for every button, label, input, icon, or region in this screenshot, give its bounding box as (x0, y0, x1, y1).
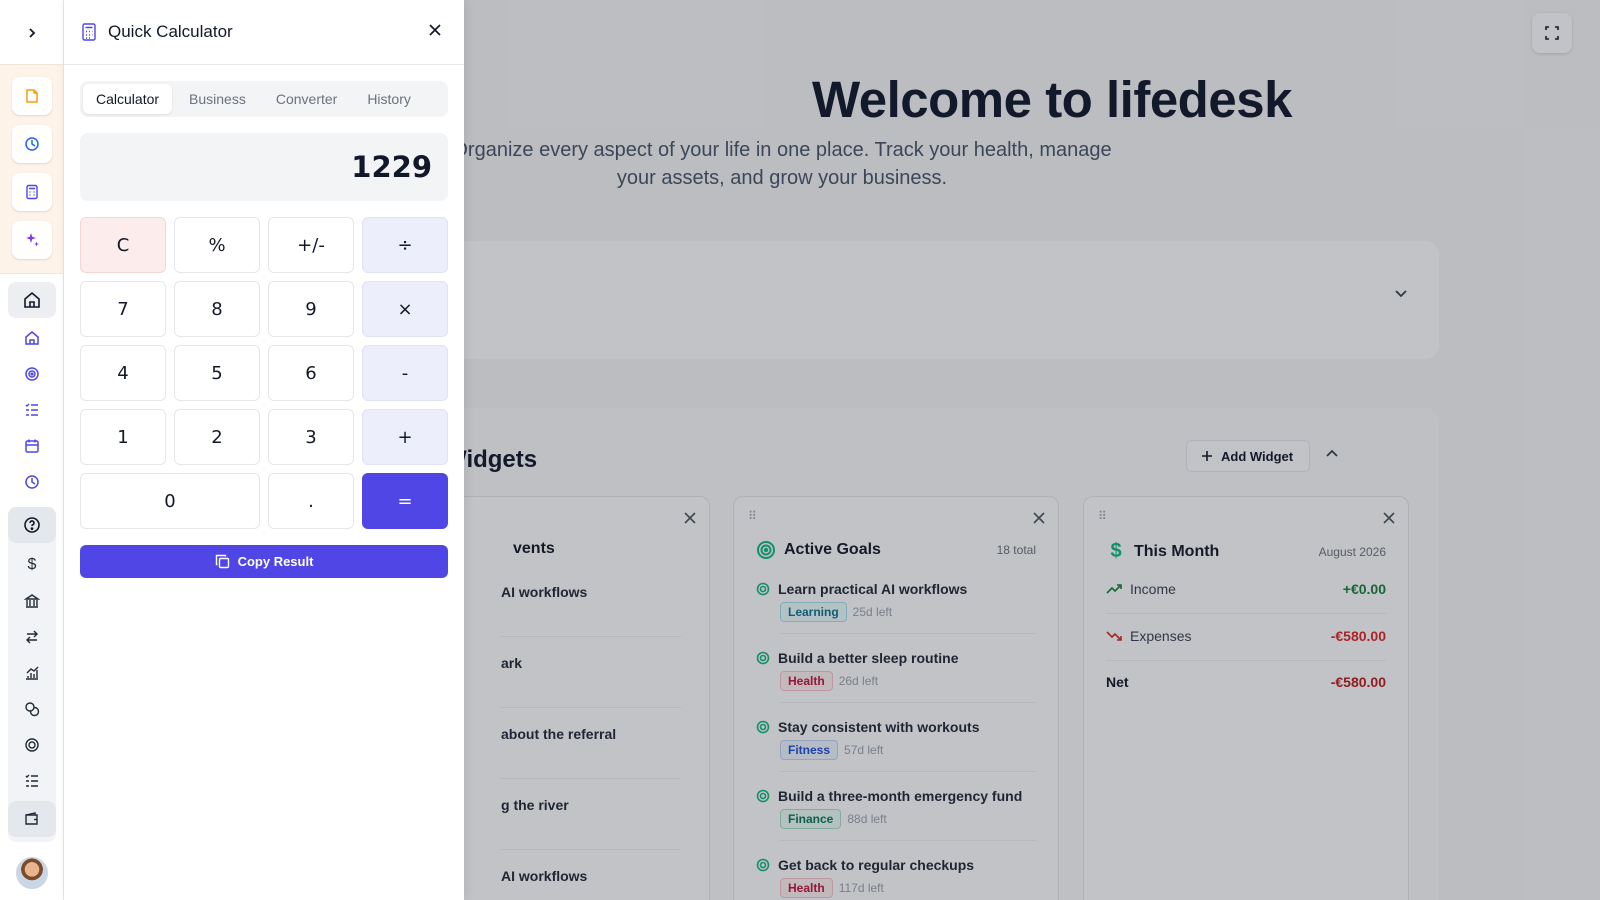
divide-button[interactable]: ÷ (362, 217, 448, 273)
calculator-tabs: Calculator Business Converter History (80, 81, 448, 117)
digit-8-button[interactable]: 8 (174, 281, 260, 337)
copy-result-button[interactable]: Copy Result (80, 545, 448, 578)
tab-history[interactable]: History (354, 84, 424, 114)
house-icon (25, 331, 39, 345)
sidebar-item-transactions[interactable] (8, 619, 56, 655)
sparkles-icon (26, 233, 39, 247)
digit-0-button[interactable]: 0 (80, 473, 260, 529)
equals-button[interactable]: = (362, 473, 448, 529)
sidebar-item-investments[interactable] (8, 655, 56, 691)
subtract-button[interactable]: - (362, 345, 448, 401)
home-icon (24, 291, 40, 308)
sidebar-item-bills[interactable] (8, 763, 56, 799)
sidebar-item-goals[interactable] (8, 356, 56, 392)
sidebar-item-help[interactable] (8, 507, 56, 543)
sidebar-item-savings-goals[interactable] (8, 727, 56, 763)
panel-header: Quick Calculator (64, 0, 464, 65)
target-icon (25, 367, 39, 381)
quick-calculator-panel: Quick Calculator Calculator Business Con… (64, 0, 464, 900)
digit-4-button[interactable]: 4 (80, 345, 166, 401)
decimal-button[interactable]: . (268, 473, 354, 529)
clear-button[interactable]: C (80, 217, 166, 273)
calculator-icon (82, 23, 96, 41)
quick-timer-button[interactable] (12, 125, 52, 163)
copy-result-label: Copy Result (237, 554, 314, 569)
sidebar-item-budget[interactable] (8, 691, 56, 727)
target-icon (25, 738, 39, 752)
digit-1-button[interactable]: 1 (80, 409, 166, 465)
digit-5-button[interactable]: 5 (174, 345, 260, 401)
sidebar-rail: $ (0, 0, 64, 900)
toggle-sign-button[interactable]: +/- (268, 217, 354, 273)
add-button[interactable]: + (362, 409, 448, 465)
percent-button[interactable]: % (174, 217, 260, 273)
calendar-icon (25, 439, 39, 453)
sidebar-item-dashboard[interactable] (8, 282, 56, 318)
quick-ai-button[interactable] (12, 221, 52, 259)
quick-tools (0, 64, 63, 274)
chart-icon (26, 666, 39, 680)
clock-icon (25, 137, 39, 151)
digit-9-button[interactable]: 9 (268, 281, 354, 337)
help-icon (24, 517, 40, 533)
avatar[interactable] (16, 857, 48, 889)
tab-calculator[interactable]: Calculator (83, 84, 173, 114)
transfer-icon (26, 630, 38, 644)
note-icon (26, 89, 38, 103)
close-icon[interactable] (428, 23, 442, 37)
quick-calculator-button[interactable] (12, 173, 52, 211)
digit-3-button[interactable]: 3 (268, 409, 354, 465)
dollar-icon: $ (27, 556, 37, 573)
digit-6-button[interactable]: 6 (268, 345, 354, 401)
list-icon (25, 403, 38, 416)
expand-sidebar-button[interactable] (18, 20, 46, 46)
sidebar-item-calendar[interactable] (8, 428, 56, 464)
sidebar-item-timeline[interactable] (8, 464, 56, 500)
chevron-right-icon (29, 28, 36, 38)
copy-icon (215, 554, 229, 569)
sidebar-item-finance[interactable]: $ (8, 547, 56, 583)
multiply-button[interactable]: × (362, 281, 448, 337)
clock-icon (25, 475, 39, 489)
panel-title: Quick Calculator (108, 22, 233, 41)
sidebar-item-tasks[interactable] (8, 392, 56, 428)
coins-icon (25, 702, 40, 717)
bank-icon (24, 594, 40, 608)
sidebar-item-accounts[interactable] (8, 583, 56, 619)
sidebar-item-home[interactable] (8, 320, 56, 356)
tab-business[interactable]: Business (176, 84, 259, 114)
calculator-display: 1229 (80, 133, 448, 201)
tab-converter[interactable]: Converter (263, 84, 350, 114)
sidebar-item-wallet[interactable] (8, 801, 56, 837)
wallet-icon (25, 812, 38, 825)
digit-7-button[interactable]: 7 (80, 281, 166, 337)
list-icon (25, 774, 38, 787)
digit-2-button[interactable]: 2 (174, 409, 260, 465)
quick-notes-button[interactable] (12, 77, 52, 115)
calculator-icon (26, 184, 38, 200)
